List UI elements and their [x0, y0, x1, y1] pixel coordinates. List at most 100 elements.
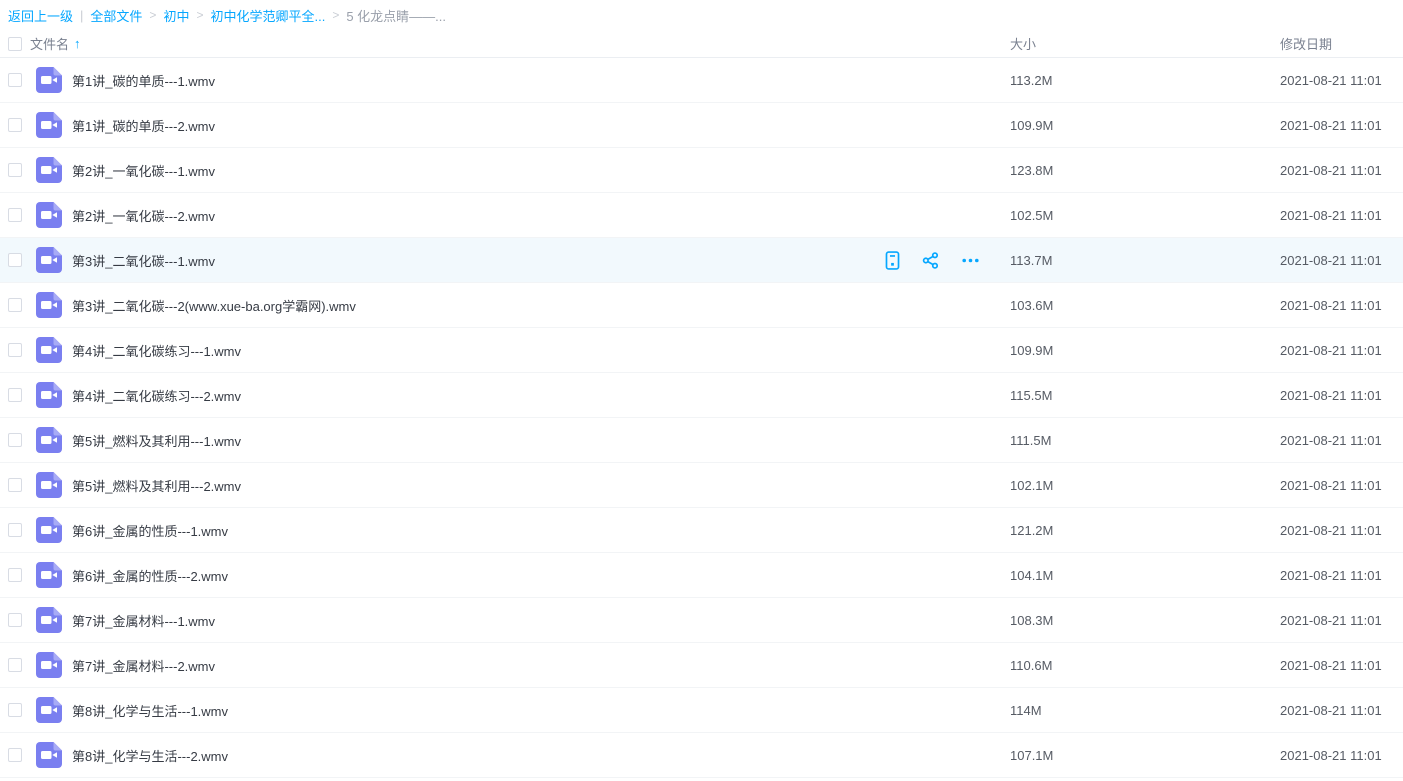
table-row[interactable]: 第7讲_金属材料---2.wmv 110.6M 2021-08-21 11:01: [0, 643, 1403, 688]
table-row[interactable]: 第6讲_金属的性质---1.wmv 121.2M 2021-08-21 11:0…: [0, 508, 1403, 553]
table-row[interactable]: 第1讲_碳的单质---2.wmv 109.9M 2021-08-21 11:01: [0, 103, 1403, 148]
table-row[interactable]: 第6讲_金属的性质---2.wmv 104.1M 2021-08-21 11:0…: [0, 553, 1403, 598]
save-to-device-icon[interactable]: [885, 251, 900, 270]
breadcrumb-separator: >: [149, 8, 156, 22]
video-file-icon: [36, 607, 62, 633]
video-file-icon: [36, 517, 62, 543]
file-date: 2021-08-21 11:01: [1280, 388, 1403, 403]
column-header-size[interactable]: 大小: [1010, 34, 1280, 53]
file-name[interactable]: 第4讲_二氧化碳练习---1.wmv: [72, 341, 241, 360]
file-name[interactable]: 第8讲_化学与生活---2.wmv: [72, 746, 228, 765]
file-name[interactable]: 第7讲_金属材料---2.wmv: [72, 656, 215, 675]
breadcrumb-link-junior[interactable]: 初中: [163, 6, 189, 25]
table-row[interactable]: 第5讲_燃料及其利用---2.wmv 102.1M 2021-08-21 11:…: [0, 463, 1403, 508]
video-file-icon: [36, 562, 62, 588]
table-row[interactable]: 第2讲_一氧化碳---2.wmv 102.5M 2021-08-21 11:01: [0, 193, 1403, 238]
file-name[interactable]: 第3讲_二氧化碳---1.wmv: [72, 251, 215, 270]
file-size: 107.1M: [1010, 748, 1280, 763]
file-date: 2021-08-21 11:01: [1280, 433, 1403, 448]
video-file-icon: [36, 652, 62, 678]
file-size: 123.8M: [1010, 163, 1280, 178]
file-name[interactable]: 第5讲_燃料及其利用---2.wmv: [72, 476, 241, 495]
table-row[interactable]: 第4讲_二氧化碳练习---1.wmv 109.9M 2021-08-21 11:…: [0, 328, 1403, 373]
file-name[interactable]: 第4讲_二氧化碳练习---2.wmv: [72, 386, 241, 405]
file-date: 2021-08-21 11:01: [1280, 658, 1403, 673]
file-date: 2021-08-21 11:01: [1280, 478, 1403, 493]
file-name[interactable]: 第1讲_碳的单质---1.wmv: [72, 71, 215, 90]
file-size: 121.2M: [1010, 523, 1280, 538]
file-size: 111.5M: [1010, 433, 1280, 448]
row-checkbox[interactable]: [8, 658, 22, 672]
table-row[interactable]: 第3讲_二氧化碳---2(www.xue-ba.org学霸网).wmv 103.…: [0, 283, 1403, 328]
row-checkbox[interactable]: [8, 433, 22, 447]
row-checkbox[interactable]: [8, 478, 22, 492]
file-date: 2021-08-21 11:01: [1280, 298, 1403, 313]
video-file-icon: [36, 157, 62, 183]
breadcrumb-link-chemistry-course[interactable]: 初中化学范卿平全...: [210, 6, 325, 25]
file-name[interactable]: 第5讲_燃料及其利用---1.wmv: [72, 431, 241, 450]
file-date: 2021-08-21 11:01: [1280, 343, 1403, 358]
row-checkbox[interactable]: [8, 748, 22, 762]
row-checkbox[interactable]: [8, 253, 22, 267]
table-header: 文件名 ↑ 大小 修改日期: [0, 30, 1403, 58]
table-row-hovered[interactable]: 第3讲_二氧化碳---1.wmv: [0, 238, 1403, 283]
file-date: 2021-08-21 11:01: [1280, 208, 1403, 223]
table-row[interactable]: 第2讲_一氧化碳---1.wmv 123.8M 2021-08-21 11:01: [0, 148, 1403, 193]
breadcrumb-separator: >: [332, 8, 339, 22]
file-date: 2021-08-21 11:01: [1280, 703, 1403, 718]
row-checkbox[interactable]: [8, 568, 22, 582]
file-size: 104.1M: [1010, 568, 1280, 583]
table-row[interactable]: 第5讲_燃料及其利用---1.wmv 111.5M 2021-08-21 11:…: [0, 418, 1403, 463]
file-size: 108.3M: [1010, 613, 1280, 628]
breadcrumb-link-all-files[interactable]: 全部文件: [90, 6, 142, 25]
file-date: 2021-08-21 11:01: [1280, 163, 1403, 178]
sort-ascending-icon[interactable]: ↑: [74, 36, 81, 51]
file-size: 109.9M: [1010, 118, 1280, 133]
row-checkbox[interactable]: [8, 523, 22, 537]
row-checkbox[interactable]: [8, 388, 22, 402]
video-file-icon: [36, 247, 62, 273]
breadcrumb-pipe-divider: |: [80, 8, 83, 23]
row-checkbox[interactable]: [8, 343, 22, 357]
row-checkbox[interactable]: [8, 298, 22, 312]
breadcrumb-separator: >: [196, 8, 203, 22]
row-checkbox[interactable]: [8, 703, 22, 717]
table-row[interactable]: 第7讲_金属材料---1.wmv 108.3M 2021-08-21 11:01: [0, 598, 1403, 643]
video-file-icon: [36, 697, 62, 723]
file-date: 2021-08-21 11:01: [1280, 523, 1403, 538]
row-checkbox[interactable]: [8, 163, 22, 177]
file-name[interactable]: 第1讲_碳的单质---2.wmv: [72, 116, 215, 135]
column-header-date[interactable]: 修改日期: [1280, 34, 1403, 53]
table-row[interactable]: 第8讲_化学与生活---2.wmv 107.1M 2021-08-21 11:0…: [0, 733, 1403, 778]
more-actions-icon[interactable]: [961, 252, 980, 269]
row-checkbox[interactable]: [8, 118, 22, 132]
file-size: 113.2M: [1010, 73, 1280, 88]
select-all-checkbox[interactable]: [8, 37, 22, 51]
table-row[interactable]: 第8讲_化学与生活---1.wmv 114M 2021-08-21 11:01: [0, 688, 1403, 733]
row-checkbox[interactable]: [8, 73, 22, 87]
file-date: 2021-08-21 11:01: [1280, 253, 1403, 268]
file-name[interactable]: 第7讲_金属材料---1.wmv: [72, 611, 215, 630]
file-name[interactable]: 第2讲_一氧化碳---2.wmv: [72, 206, 215, 225]
video-file-icon: [36, 112, 62, 138]
table-row[interactable]: 第4讲_二氧化碳练习---2.wmv 115.5M 2021-08-21 11:…: [0, 373, 1403, 418]
row-checkbox[interactable]: [8, 208, 22, 222]
breadcrumb-current-folder: 5 化龙点睛——...: [346, 6, 446, 25]
row-checkbox[interactable]: [8, 613, 22, 627]
table-row[interactable]: 第1讲_碳的单质---1.wmv 113.2M 2021-08-21 11:01: [0, 58, 1403, 103]
file-size: 114M: [1010, 703, 1280, 718]
file-name[interactable]: 第3讲_二氧化碳---2(www.xue-ba.org学霸网).wmv: [72, 296, 356, 315]
file-size: 115.5M: [1010, 388, 1280, 403]
file-name[interactable]: 第6讲_金属的性质---2.wmv: [72, 566, 228, 585]
file-name[interactable]: 第8讲_化学与生活---1.wmv: [72, 701, 228, 720]
column-header-filename[interactable]: 文件名: [30, 34, 69, 53]
file-size: 109.9M: [1010, 343, 1280, 358]
file-date: 2021-08-21 11:01: [1280, 613, 1403, 628]
file-date: 2021-08-21 11:01: [1280, 73, 1403, 88]
breadcrumb-back-link[interactable]: 返回上一级: [8, 6, 73, 25]
video-file-icon: [36, 337, 62, 363]
share-icon[interactable]: [922, 252, 939, 269]
file-size: 103.6M: [1010, 298, 1280, 313]
file-name[interactable]: 第2讲_一氧化碳---1.wmv: [72, 161, 215, 180]
file-name[interactable]: 第6讲_金属的性质---1.wmv: [72, 521, 228, 540]
